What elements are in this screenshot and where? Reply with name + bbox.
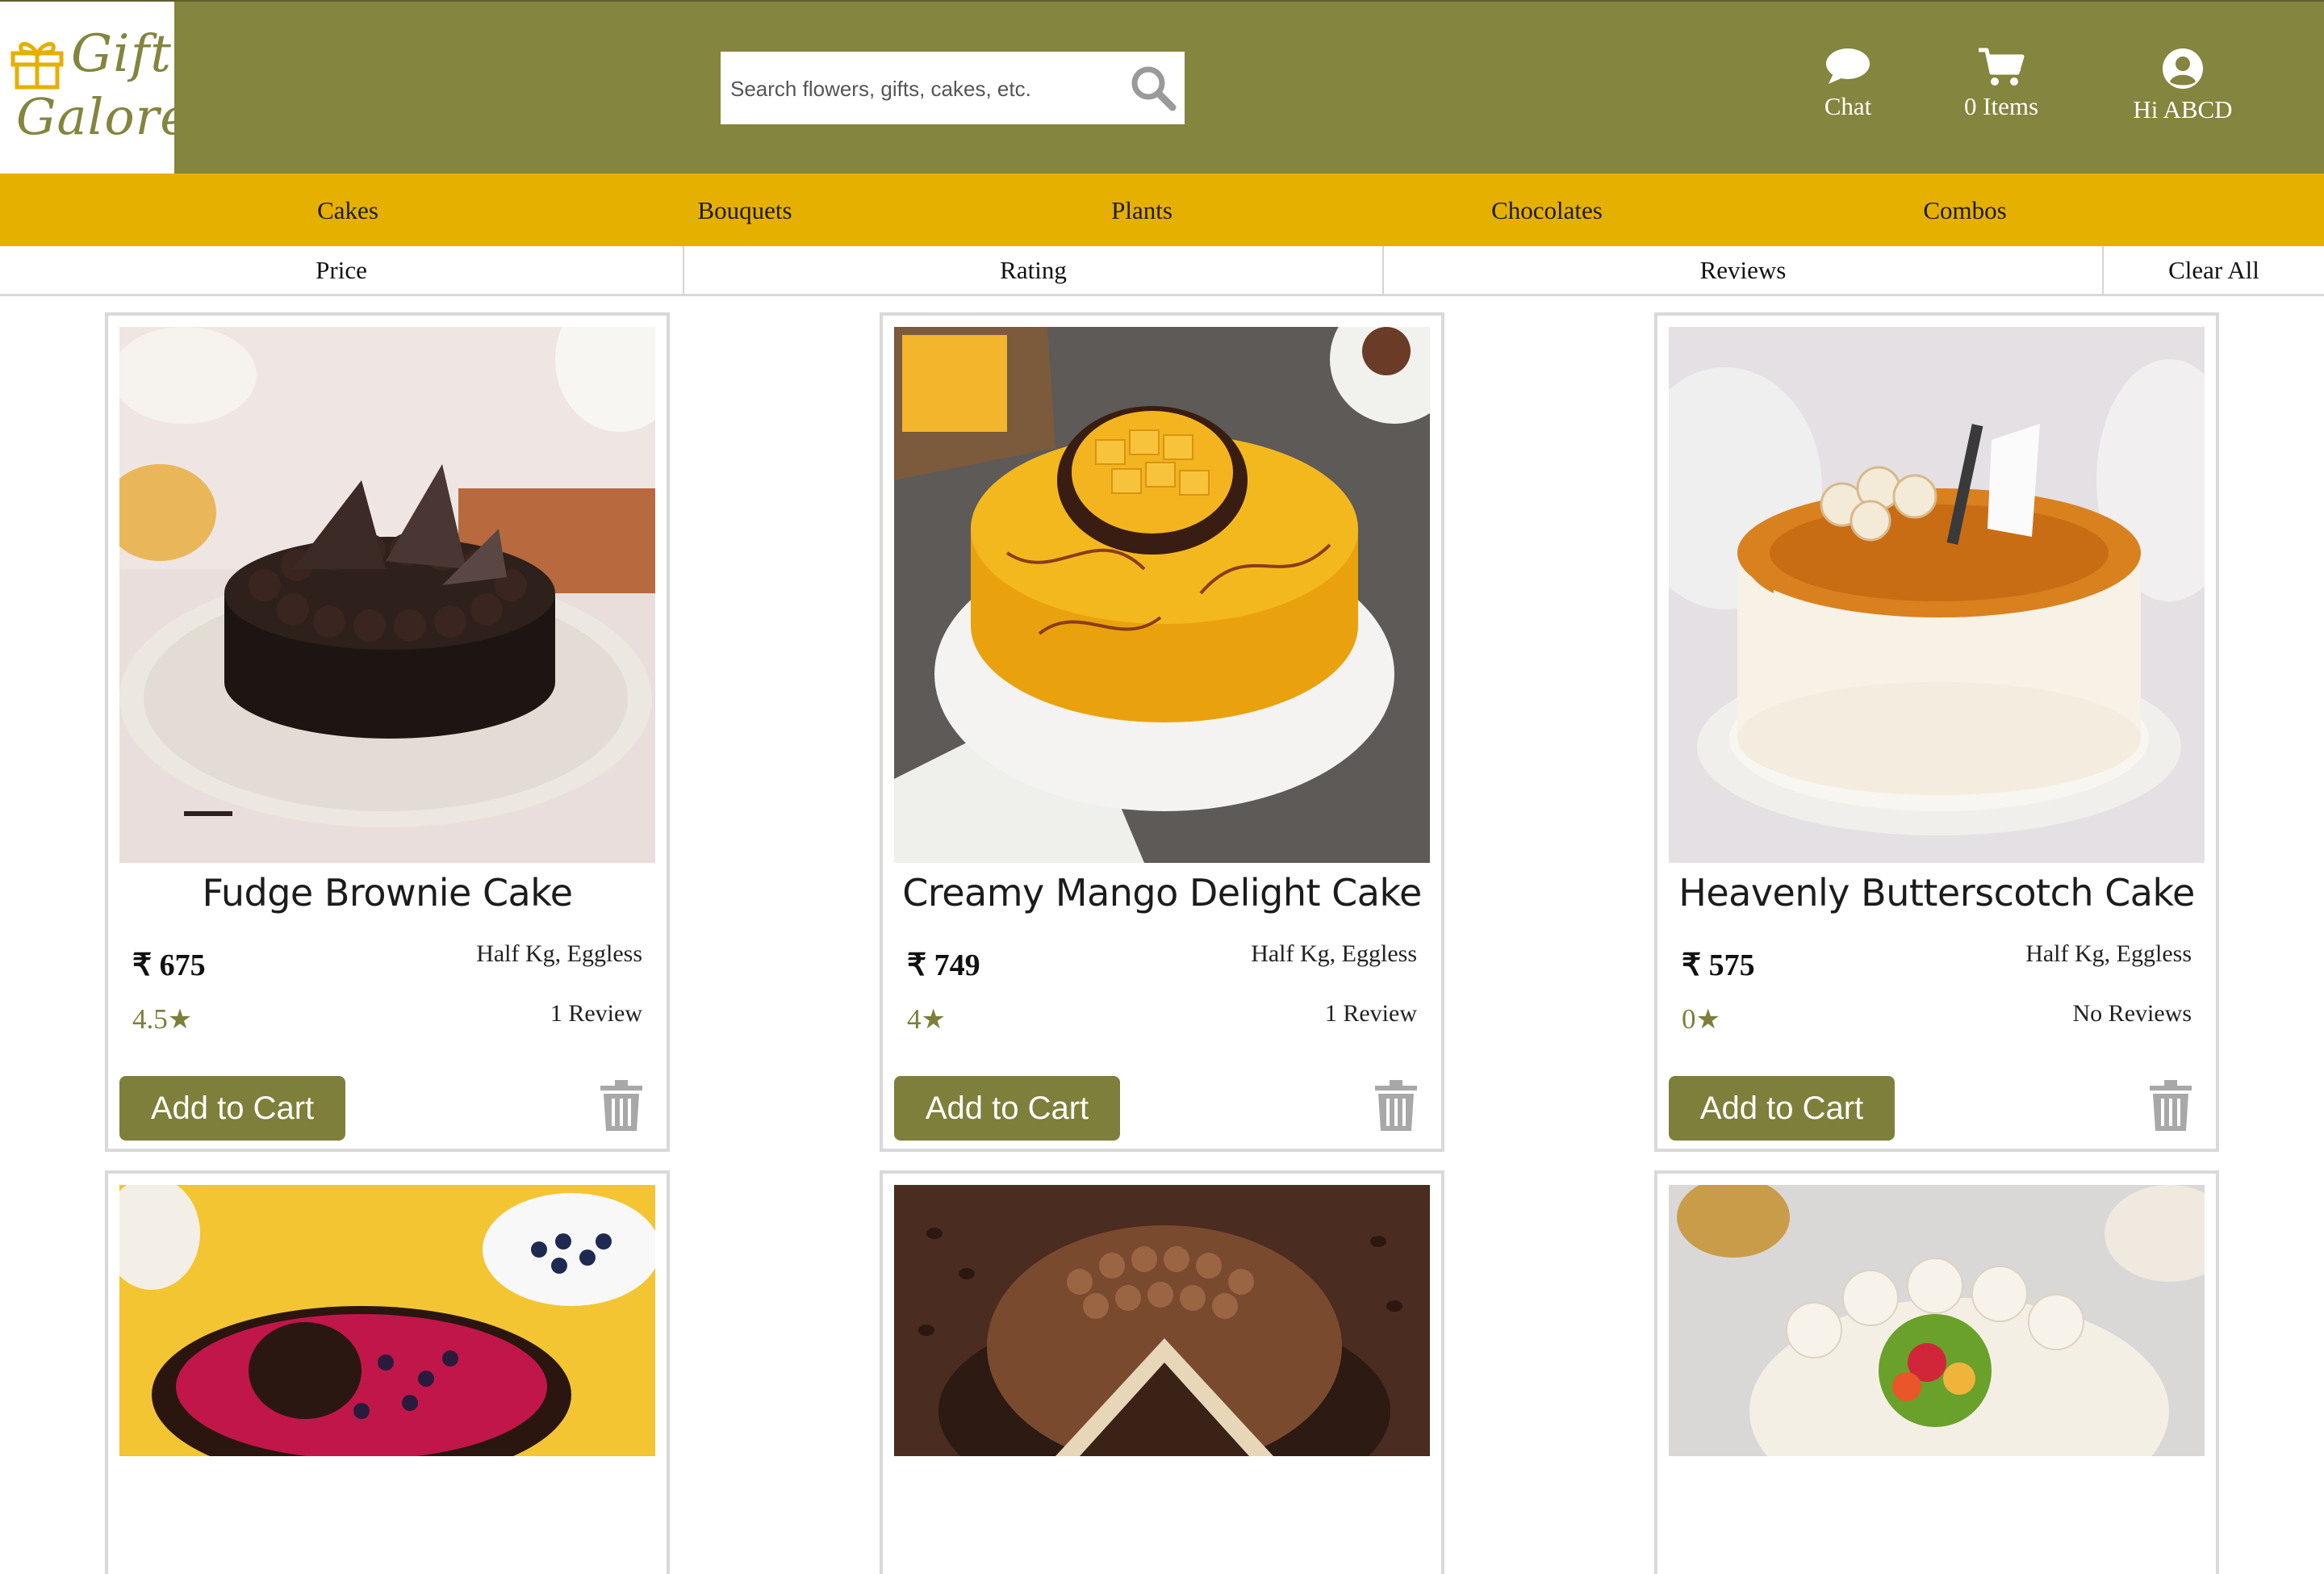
product-image[interactable]: [1669, 327, 2205, 863]
product-image[interactable]: [1669, 1185, 2205, 1456]
product-price: ₹ 749: [907, 948, 980, 982]
trash-icon: [1375, 1080, 1417, 1131]
category-cakes[interactable]: Cakes: [317, 174, 378, 246]
star-icon: ★: [921, 1005, 946, 1035]
category-combos[interactable]: Combos: [1923, 174, 2006, 246]
filter-reviews[interactable]: Reviews: [1384, 246, 2104, 294]
product-card: Fudge Brownie Cake ₹ 675 Half Kg, Eggles…: [105, 312, 670, 1152]
product-name[interactable]: Heavenly Butterscotch Cake: [1657, 871, 2216, 915]
gift-box-icon: [10, 42, 64, 90]
brand-logo[interactable]: Gift Galore: [0, 2, 190, 175]
product-review-count[interactable]: 1 Review: [550, 1000, 642, 1028]
chat-link[interactable]: Chat: [1799, 47, 1896, 136]
product-rating: 4★: [907, 1003, 946, 1036]
search-icon: [1131, 66, 1177, 111]
brand-name-line2: Galore: [16, 87, 190, 146]
delete-button[interactable]: [2150, 1079, 2192, 1132]
rating-value: 4.5: [132, 1003, 168, 1035]
add-to-cart-button[interactable]: Add to Cart: [894, 1076, 1120, 1141]
product-card: [1654, 1170, 2219, 1574]
chat-bubble-icon: [1826, 48, 1870, 84]
product-card: Creamy Mango Delight Cake ₹ 749 Half Kg,…: [880, 312, 1444, 1152]
site-header: Gift Galore Chat 0 Items: [0, 0, 2324, 175]
category-chocolates[interactable]: Chocolates: [1491, 174, 1603, 246]
product-name[interactable]: Fudge Brownie Cake: [108, 871, 667, 915]
product-review-count[interactable]: 1 Review: [1325, 1000, 1417, 1028]
product-price: ₹ 675: [132, 948, 206, 982]
product-card: [105, 1170, 670, 1574]
category-nav: Cakes Bouquets Plants Chocolates Combos: [0, 174, 2324, 246]
product-variant: Half Kg, Eggless: [1251, 940, 1417, 967]
product-image[interactable]: [119, 1185, 655, 1456]
shopping-cart-icon: [1979, 48, 2025, 86]
trash-icon: [600, 1080, 642, 1131]
cart-link[interactable]: 0 Items: [1937, 47, 2066, 136]
product-image[interactable]: [894, 1185, 1430, 1456]
category-plants[interactable]: Plants: [1111, 174, 1172, 246]
product-card: Heavenly Butterscotch Cake ₹ 575 Half Kg…: [1654, 312, 2219, 1152]
search-bar: [721, 52, 1185, 126]
product-name[interactable]: Creamy Mango Delight Cake: [883, 871, 1441, 915]
product-image[interactable]: [894, 327, 1430, 863]
clear-all-filters[interactable]: Clear All: [2104, 246, 2324, 294]
product-variant: Half Kg, Eggless: [476, 940, 642, 967]
product-review-count[interactable]: No Reviews: [2073, 1000, 2192, 1028]
user-greeting: Hi ABCD: [2133, 95, 2233, 123]
filter-bar: Price Rating Reviews Clear All: [0, 246, 2324, 296]
brand-name-line1: Gift: [71, 24, 172, 84]
chat-label: Chat: [1824, 92, 1872, 120]
trash-icon: [2150, 1080, 2192, 1131]
category-bouquets[interactable]: Bouquets: [697, 174, 792, 246]
star-icon: ★: [167, 1005, 193, 1035]
rating-value: 4: [907, 1003, 922, 1035]
product-card: [880, 1170, 1444, 1574]
star-icon: ★: [1695, 1005, 1720, 1035]
product-image[interactable]: [119, 327, 655, 863]
add-to-cart-button[interactable]: Add to Cart: [119, 1076, 345, 1141]
product-rating: 4.5★: [132, 1003, 192, 1036]
delete-button[interactable]: [600, 1079, 642, 1132]
rating-value: 0: [1682, 1003, 1696, 1035]
cart-count-label: 0 Items: [1963, 92, 2039, 120]
product-variant: Half Kg, Eggless: [2025, 940, 2192, 967]
filter-price[interactable]: Price: [0, 246, 684, 294]
delete-button[interactable]: [1375, 1079, 1417, 1132]
user-circle-icon: [2163, 48, 2203, 89]
filter-rating[interactable]: Rating: [684, 246, 1384, 294]
product-price: ₹ 575: [1682, 948, 1755, 982]
user-account-link[interactable]: Hi ABCD: [2114, 47, 2251, 136]
product-rating: 0★: [1682, 1003, 1720, 1036]
search-input[interactable]: [729, 52, 1103, 126]
add-to-cart-button[interactable]: Add to Cart: [1669, 1076, 1895, 1141]
search-button[interactable]: [1128, 63, 1178, 113]
